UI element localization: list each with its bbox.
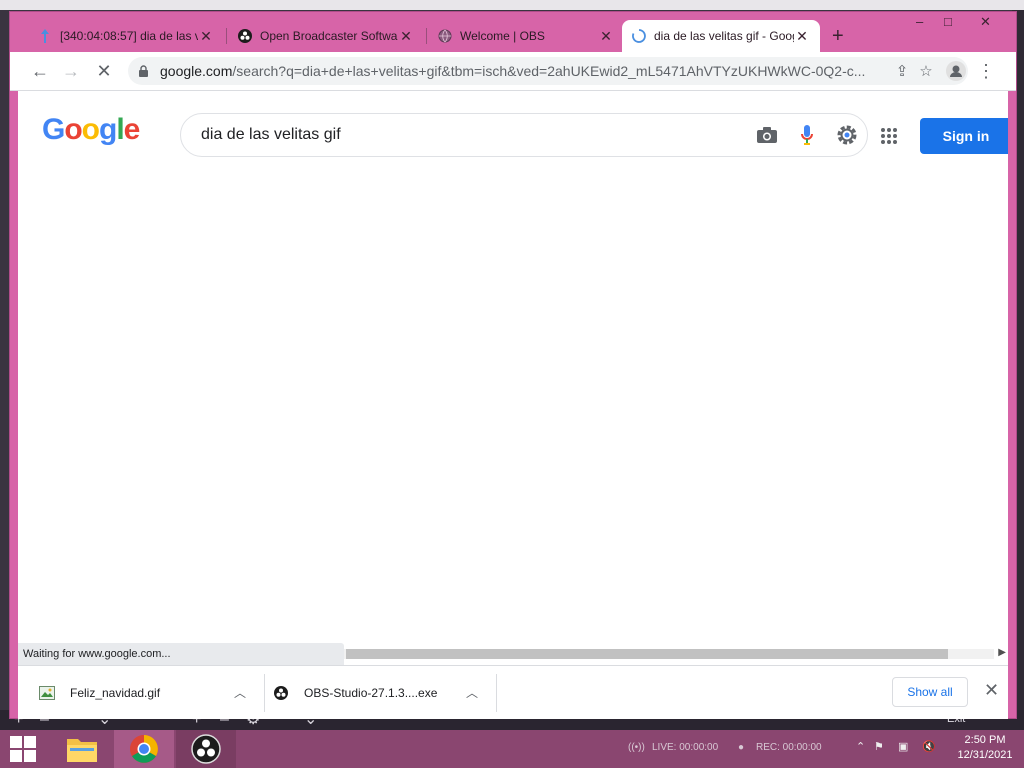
download-item[interactable]: OBS-Studio-27.1.3....exe ︿ <box>272 666 492 719</box>
tab-welcome-obs[interactable]: Welcome | OBS ✕ <box>428 20 624 52</box>
obs-taskbar-icon[interactable] <box>176 730 236 768</box>
microphone-icon[interactable] <box>787 124 827 146</box>
record-icon: ● <box>738 742 745 753</box>
download-divider <box>496 674 497 712</box>
url-text[interactable]: google.com/search?q=dia+de+las+velitas+g… <box>160 63 890 79</box>
download-filename: OBS-Studio-27.1.3....exe <box>304 685 438 700</box>
horizontal-scrollbar[interactable]: ▶ <box>344 646 1008 662</box>
system-clock[interactable]: 2:50 PM 12/31/2021 <box>950 733 1020 763</box>
downloads-bar: Feliz_navidad.gif ︿ OBS-Studio-27.1.3...… <box>18 665 1008 719</box>
download-filename: Feliz_navidad.gif <box>70 685 161 700</box>
taskbar: ((•)) LIVE: 00:00:00 ● REC: 00:00:00 ⌃ ⚑… <box>0 730 1024 768</box>
obs-icon <box>272 685 290 700</box>
clock-time: 2:50 PM <box>964 734 1006 746</box>
profile-icon[interactable] <box>944 61 968 81</box>
image-file-icon <box>38 685 56 700</box>
file-explorer-icon[interactable] <box>52 730 112 768</box>
google-logo[interactable]: Google <box>42 113 140 147</box>
obs-icon <box>238 29 252 43</box>
tab-close-icon[interactable]: ✕ <box>794 28 810 45</box>
camera-icon[interactable] <box>747 126 787 144</box>
obs-title-bar <box>0 0 1024 10</box>
search-input[interactable]: dia de las velitas gif <box>181 126 747 144</box>
tab-close-icon[interactable]: ✕ <box>198 28 214 45</box>
live-status: LIVE: 00:00:00 <box>652 742 719 753</box>
tab-close-icon[interactable]: ✕ <box>598 28 614 45</box>
rec-status: REC: 00:00:00 <box>756 742 822 753</box>
live-icon: ((•)) <box>628 742 645 753</box>
back-icon[interactable]: ← <box>30 61 50 81</box>
tray-chevron-icon[interactable]: ⌃ <box>856 740 865 753</box>
tab-divider <box>226 28 227 44</box>
tab-title: Welcome | OBS <box>460 29 545 43</box>
status-bar: Waiting for www.google.com... <box>18 643 344 665</box>
forward-icon[interactable]: → <box>61 61 81 81</box>
new-tab-button[interactable]: + <box>832 26 844 46</box>
chevron-up-icon[interactable]: ︿ <box>466 684 478 701</box>
tab-open-broadcaster[interactable]: Open Broadcaster Software ✕ <box>228 20 424 52</box>
download-item[interactable]: Feliz_navidad.gif ︿ <box>38 666 248 719</box>
address-bar[interactable]: google.com/search?q=dia+de+las+velitas+g… <box>128 57 968 85</box>
loading-icon <box>632 29 646 43</box>
share-icon[interactable]: ⇪ <box>890 62 914 80</box>
tab-velitas-stream[interactable]: [340:04:08:57] dia de las velitas ✕ <box>28 20 224 52</box>
tab-title: [340:04:08:57] dia de las velitas <box>60 29 198 43</box>
minimize-button[interactable]: – <box>916 14 923 29</box>
download-divider <box>264 674 265 712</box>
scroll-right-icon[interactable]: ▶ <box>998 647 1006 658</box>
close-window-button[interactable]: ✕ <box>980 14 991 30</box>
scrollbar-thumb[interactable] <box>346 649 948 659</box>
show-all-button[interactable]: Show all <box>892 677 968 707</box>
windows-start-icon[interactable] <box>10 736 36 767</box>
tab-title: Open Broadcaster Software <box>260 29 398 43</box>
maximize-button[interactable]: □ <box>944 14 952 29</box>
search-box[interactable]: dia de las velitas gif <box>180 113 868 157</box>
tab-close-icon[interactable]: ✕ <box>398 28 414 45</box>
sign-in-button[interactable]: Sign in <box>920 118 1008 154</box>
url-path: /search?q=dia+de+las+velitas+gif&tbm=isc… <box>232 63 866 79</box>
tab-divider <box>426 28 427 44</box>
page-content: Google dia de las velitas gif Sign in Wa… <box>18 91 1008 665</box>
globe-icon <box>438 29 452 43</box>
pin-icon <box>38 29 52 43</box>
network-icon[interactable]: ▣ <box>898 740 908 753</box>
star-icon[interactable]: ☆ <box>914 62 938 80</box>
chevron-up-icon[interactable]: ︿ <box>234 684 246 701</box>
volume-muted-icon[interactable]: 🔇 <box>922 740 936 753</box>
tab-title: dia de las velitas gif - Google <box>654 29 794 43</box>
menu-icon[interactable]: ⋮ <box>976 61 996 81</box>
close-downloads-icon[interactable]: ✕ <box>984 680 999 701</box>
chrome-taskbar-icon[interactable] <box>114 730 174 768</box>
clock-date: 12/31/2021 <box>957 749 1013 761</box>
tab-strip: [340:04:08:57] dia de las velitas ✕ Open… <box>10 12 1016 52</box>
settings-icon[interactable] <box>827 124 867 146</box>
flag-icon[interactable]: ⚑ <box>874 740 884 753</box>
apps-grid-icon[interactable] <box>880 127 898 150</box>
lock-icon[interactable] <box>138 64 152 78</box>
stop-loading-icon[interactable]: ✕ <box>94 61 114 81</box>
tab-google-search[interactable]: dia de las velitas gif - Google ✕ <box>622 20 820 52</box>
browser-toolbar: ← → ✕ google.com/search?q=dia+de+las+vel… <box>10 52 1016 91</box>
browser-window: [340:04:08:57] dia de las velitas ✕ Open… <box>10 12 1016 719</box>
url-host: google.com <box>160 63 233 79</box>
